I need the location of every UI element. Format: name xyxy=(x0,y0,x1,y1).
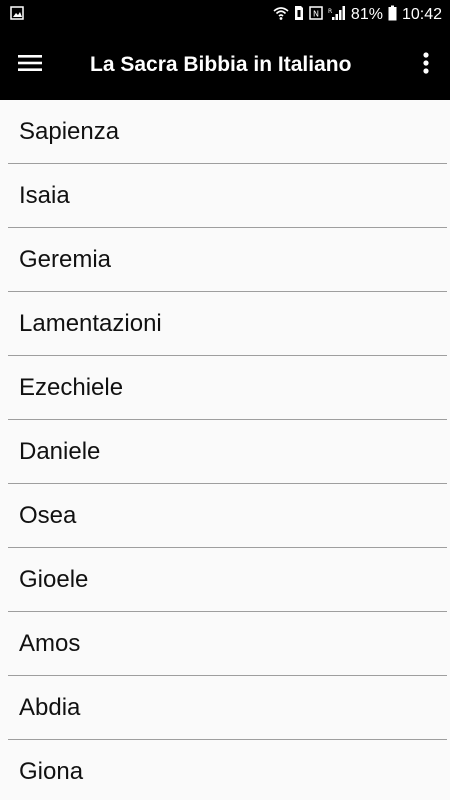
list-item-label: Ezechiele xyxy=(19,373,124,401)
list-item-label: Giona xyxy=(19,757,84,785)
page-title: La Sacra Bibbia in Italiano xyxy=(90,53,352,76)
list-item-label: Sapienza xyxy=(19,117,120,145)
app-bar: La Sacra Bibbia in Italiano xyxy=(0,30,450,100)
list-item-abdia[interactable]: Abdia xyxy=(8,676,447,740)
list-item-ezechiele[interactable]: Ezechiele xyxy=(8,356,447,420)
book-list[interactable]: Sapienza Isaia Geremia Lamentazioni Ezec… xyxy=(0,100,450,800)
wifi-icon xyxy=(273,5,289,26)
battery-percent: 81% xyxy=(350,6,383,23)
list-item-geremia[interactable]: Geremia xyxy=(8,228,447,292)
svg-text:N: N xyxy=(313,9,319,18)
nfc-icon: N xyxy=(309,5,323,26)
list-item-label: Daniele xyxy=(19,437,101,465)
list-item-daniele[interactable]: Daniele xyxy=(8,420,447,484)
status-bar: N R 81% 10:42 xyxy=(0,0,450,30)
more-vert-icon xyxy=(423,51,429,79)
list-item-label: Isaia xyxy=(19,181,70,209)
signal-icon: R xyxy=(328,5,346,26)
list-item-amos[interactable]: Amos xyxy=(8,612,447,676)
list-item-label: Gioele xyxy=(19,565,89,593)
list-item-sapienza[interactable]: Sapienza xyxy=(8,100,447,164)
list-item-osea[interactable]: Osea xyxy=(8,484,447,548)
list-item-lamentazioni[interactable]: Lamentazioni xyxy=(8,292,447,356)
overflow-menu-button[interactable] xyxy=(402,30,450,100)
sim-icon xyxy=(294,5,304,26)
list-item-label: Osea xyxy=(19,501,77,529)
list-item-isaia[interactable]: Isaia xyxy=(8,164,447,228)
menu-button[interactable] xyxy=(0,30,60,100)
list-item-label: Abdia xyxy=(19,693,81,721)
list-item-giona[interactable]: Giona xyxy=(8,740,447,800)
list-item-gioele[interactable]: Gioele xyxy=(8,548,447,612)
clock: 10:42 xyxy=(401,6,442,23)
gallery-notification-icon xyxy=(10,5,24,25)
battery-icon xyxy=(388,5,397,26)
list-item-label: Lamentazioni xyxy=(19,309,162,337)
menu-icon xyxy=(18,54,42,77)
list-item-label: Amos xyxy=(19,629,81,657)
svg-text:R: R xyxy=(328,8,332,15)
list-item-label: Geremia xyxy=(19,245,112,273)
